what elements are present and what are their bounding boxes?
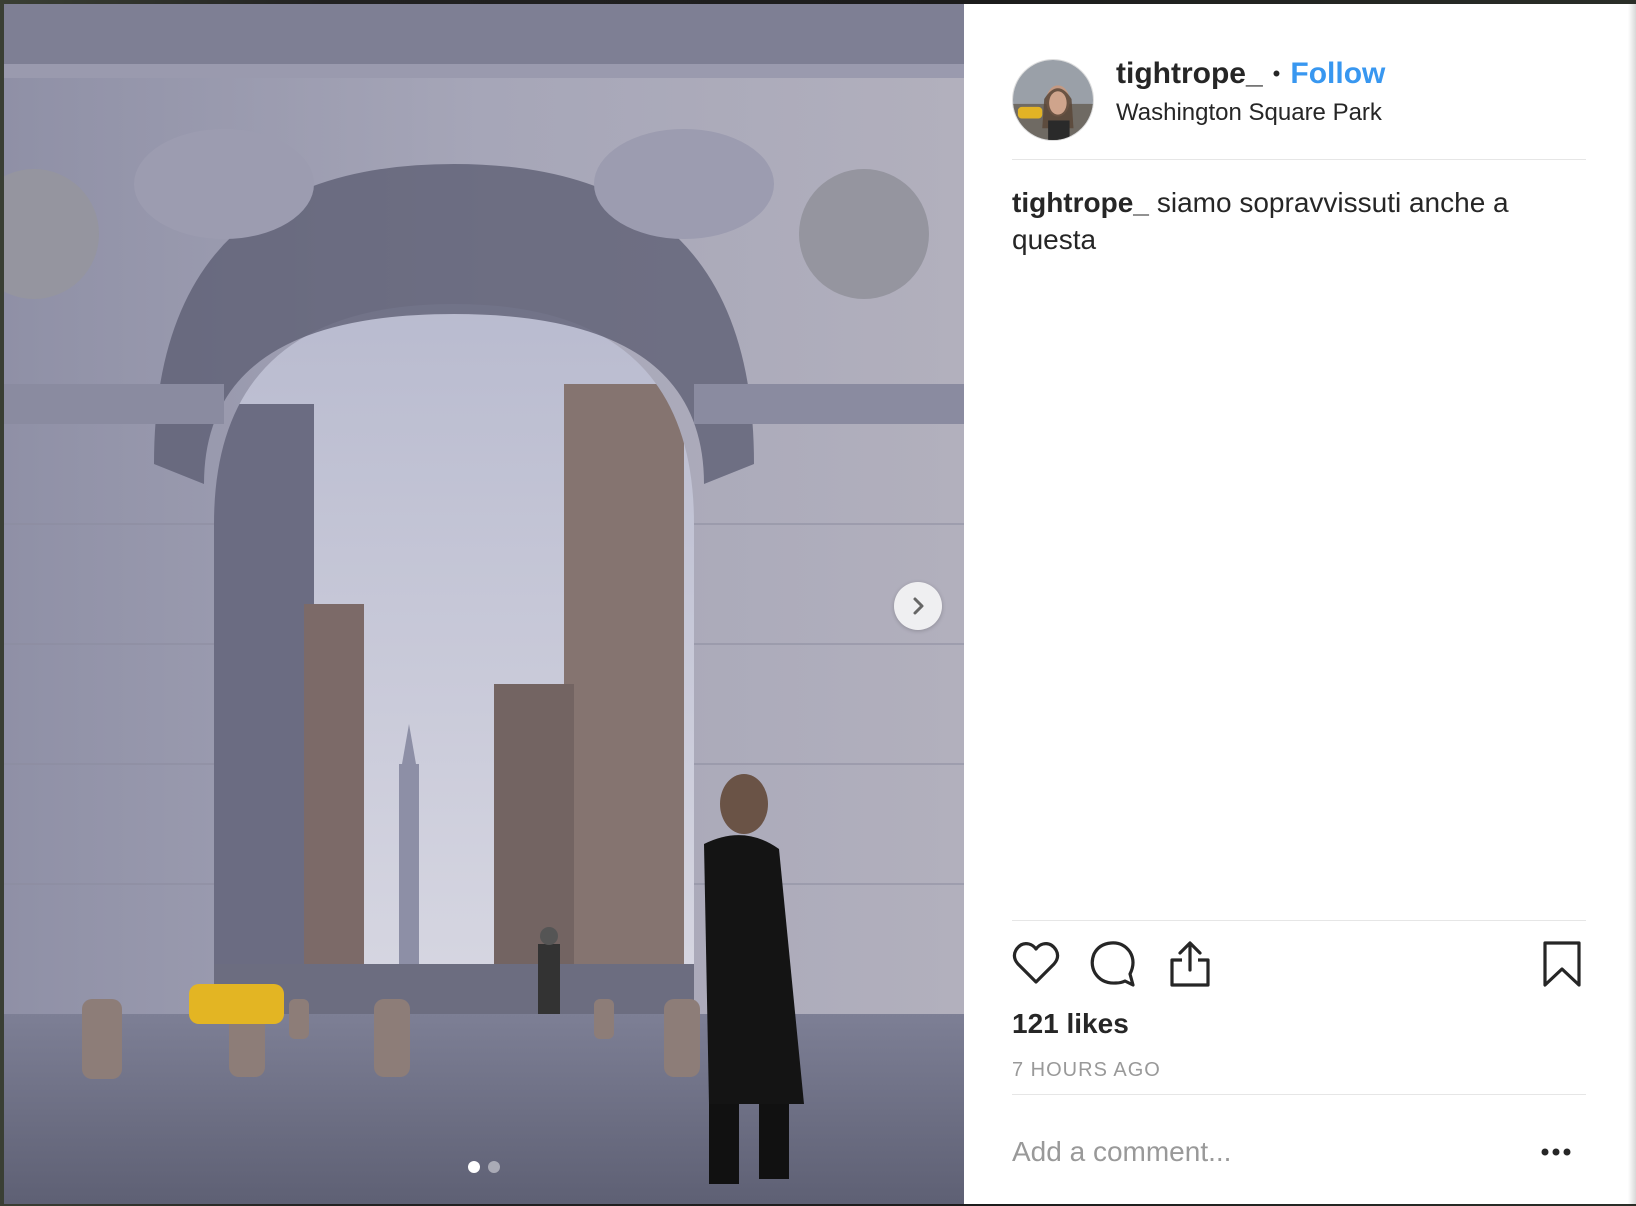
carousel-dot-active (468, 1161, 480, 1173)
save-button[interactable] (1542, 940, 1582, 993)
divider (1012, 920, 1586, 921)
header-title-row: tightrope_ • Follow (1116, 57, 1385, 91)
follow-button[interactable]: Follow (1290, 57, 1385, 91)
divider (1012, 1094, 1586, 1095)
share-icon (1170, 941, 1210, 987)
post-sidebar: tightrope_ • Follow Washington Square Pa… (964, 4, 1636, 1204)
window-edge (1628, 4, 1636, 1204)
location-link[interactable]: Washington Square Park (1116, 99, 1385, 127)
comment-icon (1090, 941, 1135, 987)
post-caption: tightrope_ siamo sopravvissuti anche a qu… (1012, 184, 1572, 258)
post-header: tightrope_ • Follow Washington Square Pa… (1012, 40, 1586, 160)
post-actions (1012, 940, 1586, 992)
more-options-button[interactable] (1540, 1144, 1572, 1162)
post-timestamp[interactable]: 7 HOURS AGO (1012, 1059, 1161, 1082)
photo-scene (4, 4, 964, 1204)
comment-input[interactable] (1012, 1130, 1492, 1174)
carousel-dot (488, 1161, 500, 1173)
more-icon (1541, 1148, 1571, 1156)
avatar[interactable] (1012, 58, 1094, 141)
chevron-right-icon (913, 597, 924, 615)
carousel-indicator (468, 1161, 500, 1173)
post-modal: tightrope_ • Follow Washington Square Pa… (4, 4, 1636, 1204)
like-button[interactable] (1012, 940, 1060, 991)
comment-button[interactable] (1090, 940, 1136, 993)
heart-icon (1012, 942, 1060, 984)
separator: • (1272, 60, 1281, 86)
username-link[interactable]: tightrope_ (1116, 57, 1263, 91)
caption-username-link[interactable]: tightrope_ (1012, 187, 1149, 218)
carousel-next-button[interactable] (894, 582, 942, 630)
likes-count[interactable]: 121 likes (1012, 1008, 1129, 1040)
share-button[interactable] (1168, 940, 1212, 993)
header-text: tightrope_ • Follow Washington Square Pa… (1116, 57, 1385, 127)
post-photo[interactable] (4, 4, 964, 1204)
avatar-image (1013, 59, 1093, 140)
bookmark-icon (1543, 941, 1581, 987)
